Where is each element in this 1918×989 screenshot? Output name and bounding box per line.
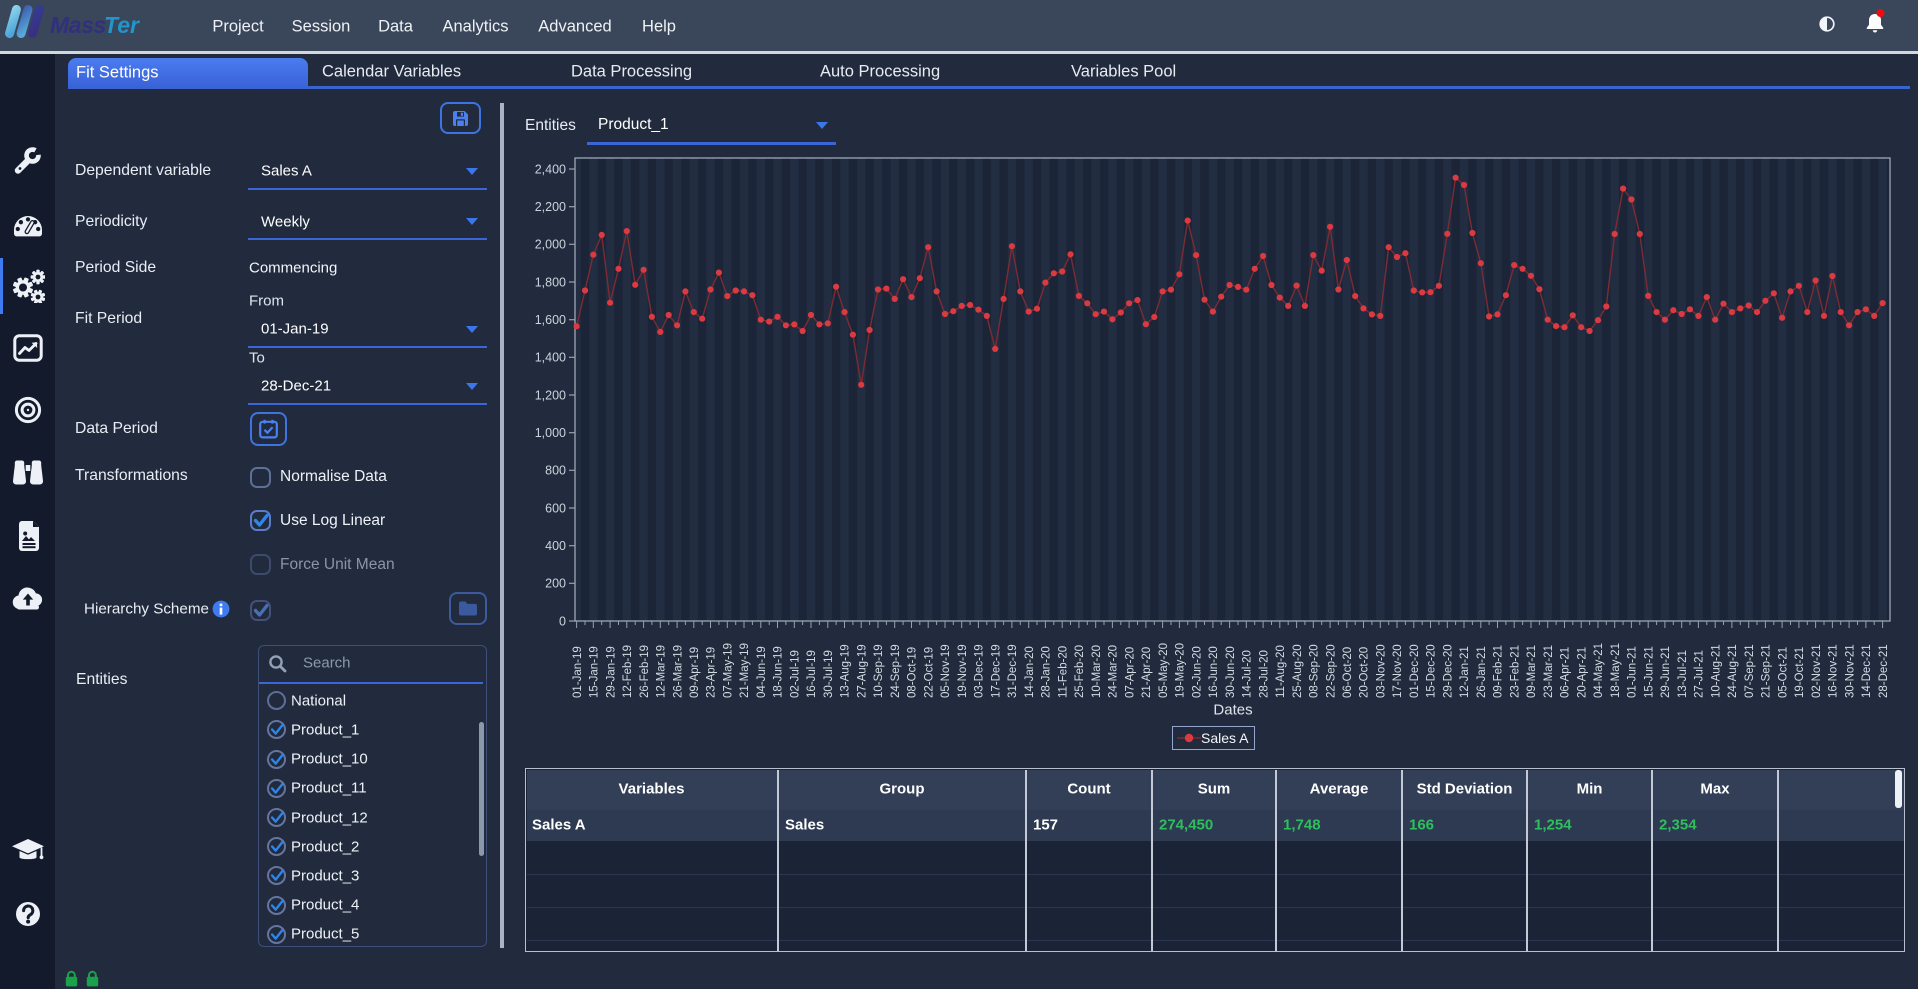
svg-text:19-Nov-19: 19-Nov-19 [957,644,969,698]
svg-text:09-Feb-21: 09-Feb-21 [1493,645,1505,698]
svg-text:26-Feb-19: 26-Feb-19 [639,645,651,698]
svg-text:30-Jul-19: 30-Jul-19 [823,650,835,698]
svg-text:10-Sep-19: 10-Sep-19 [873,644,885,698]
svg-text:15-Dec-20: 15-Dec-20 [1426,644,1438,698]
svg-text:16-Nov-21: 16-Nov-21 [1828,644,1840,698]
svg-text:14-Jul-20: 14-Jul-20 [1242,650,1254,698]
svg-text:14-Jan-20: 14-Jan-20 [1024,646,1036,698]
svg-text:12-Mar-19: 12-Mar-19 [656,645,668,698]
svg-text:15-Jan-19: 15-Jan-19 [589,646,601,698]
svg-text:27-Aug-19: 27-Aug-19 [856,644,868,698]
svg-text:1,400: 1,400 [535,351,566,365]
svg-text:12-Feb-19: 12-Feb-19 [622,645,634,698]
svg-text:2,000: 2,000 [535,238,566,252]
svg-text:07-Sep-21: 07-Sep-21 [1744,644,1756,698]
svg-text:23-Feb-21: 23-Feb-21 [1509,645,1521,698]
svg-text:06-Apr-21: 06-Apr-21 [1560,647,1572,698]
svg-text:26-Jan-21: 26-Jan-21 [1476,646,1488,698]
svg-text:22-Oct-19: 22-Oct-19 [923,647,935,698]
svg-text:29-Jun-21: 29-Jun-21 [1660,646,1672,698]
svg-text:21-May-19: 21-May-19 [739,643,751,698]
svg-text:01-Dec-20: 01-Dec-20 [1409,644,1421,698]
svg-text:21-Apr-20: 21-Apr-20 [1141,647,1153,698]
svg-text:13-Aug-19: 13-Aug-19 [840,644,852,698]
svg-text:600: 600 [545,501,566,515]
svg-text:09-Mar-21: 09-Mar-21 [1526,645,1538,698]
svg-text:11-Aug-20: 11-Aug-20 [1275,645,1287,698]
svg-text:04-Jun-19: 04-Jun-19 [756,646,768,698]
svg-text:01-Jun-21: 01-Jun-21 [1627,646,1639,698]
svg-text:1,600: 1,600 [535,313,566,327]
svg-text:17-Dec-19: 17-Dec-19 [990,644,1002,698]
svg-text:400: 400 [545,539,566,553]
svg-text:2,200: 2,200 [535,200,566,214]
svg-text:24-Aug-21: 24-Aug-21 [1727,644,1739,698]
svg-text:13-Jul-21: 13-Jul-21 [1677,650,1689,698]
svg-text:06-Oct-20: 06-Oct-20 [1342,647,1354,698]
svg-text:11-Feb-20: 11-Feb-20 [1057,646,1069,698]
svg-text:10-Mar-20: 10-Mar-20 [1091,645,1103,698]
svg-text:800: 800 [545,464,566,478]
svg-text:10-Aug-21: 10-Aug-21 [1710,644,1722,698]
svg-text:28-Jan-20: 28-Jan-20 [1041,646,1053,698]
svg-text:23-Mar-21: 23-Mar-21 [1543,645,1555,698]
svg-text:Mass: Mass [50,12,106,38]
svg-text:20-Apr-21: 20-Apr-21 [1576,647,1588,698]
svg-text:17-Nov-20: 17-Nov-20 [1392,644,1404,698]
svg-text:01-Jan-19: 01-Jan-19 [572,646,584,698]
svg-text:15-Jun-21: 15-Jun-21 [1643,646,1655,698]
svg-text:22-Sep-20: 22-Sep-20 [1325,644,1337,698]
svg-text:04-May-21: 04-May-21 [1593,643,1605,698]
svg-text:02-Jul-19: 02-Jul-19 [790,650,802,698]
svg-text:16-Jun-20: 16-Jun-20 [1208,646,1220,698]
svg-text:27-Jul-21: 27-Jul-21 [1694,650,1706,698]
svg-text:28-Jul-20: 28-Jul-20 [1258,650,1270,698]
svg-text:08-Sep-20: 08-Sep-20 [1309,644,1321,698]
svg-text:21-Sep-21: 21-Sep-21 [1761,644,1773,698]
svg-text:16-Jul-19: 16-Jul-19 [806,650,818,698]
svg-text:19-May-20: 19-May-20 [1175,643,1187,698]
svg-text:28-Dec-21: 28-Dec-21 [1878,644,1890,698]
svg-text:1,000: 1,000 [535,426,566,440]
svg-text:1,800: 1,800 [535,275,566,289]
svg-text:02-Nov-21: 02-Nov-21 [1811,644,1823,698]
svg-text:08-Oct-19: 08-Oct-19 [907,647,919,698]
svg-text:24-Mar-20: 24-Mar-20 [1108,645,1120,698]
svg-text:07-Apr-20: 07-Apr-20 [1124,647,1136,698]
svg-text:03-Dec-19: 03-Dec-19 [974,644,986,698]
svg-text:0: 0 [559,614,566,628]
svg-text:25-Feb-20: 25-Feb-20 [1074,645,1086,698]
svg-text:02-Jun-20: 02-Jun-20 [1191,646,1203,698]
svg-text:12-Jan-21: 12-Jan-21 [1459,646,1471,698]
svg-text:30-Jun-20: 30-Jun-20 [1225,646,1237,698]
svg-text:30-Nov-21: 30-Nov-21 [1844,644,1856,698]
svg-text:29-Jan-19: 29-Jan-19 [605,646,617,698]
svg-text:31-Dec-19: 31-Dec-19 [1007,644,1019,698]
svg-text:07-May-19: 07-May-19 [723,643,735,698]
svg-text:09-Apr-19: 09-Apr-19 [689,647,701,698]
svg-text:05-Oct-21: 05-Oct-21 [1777,647,1789,698]
svg-text:200: 200 [545,577,566,591]
svg-text:18-May-21: 18-May-21 [1610,643,1622,698]
svg-text:23-Apr-19: 23-Apr-19 [706,647,718,698]
svg-text:24-Sep-19: 24-Sep-19 [890,644,902,698]
svg-text:26-Mar-19: 26-Mar-19 [672,645,684,698]
svg-text:20-Oct-20: 20-Oct-20 [1359,647,1371,698]
svg-text:1,200: 1,200 [535,388,566,402]
svg-text:05-May-20: 05-May-20 [1158,643,1170,698]
svg-text:03-Nov-20: 03-Nov-20 [1376,644,1388,698]
svg-text:14-Dec-21: 14-Dec-21 [1861,644,1873,698]
svg-text:25-Aug-20: 25-Aug-20 [1292,644,1304,698]
svg-text:18-Jun-19: 18-Jun-19 [773,646,785,698]
svg-text:Ter: Ter [104,12,140,38]
svg-text:19-Oct-21: 19-Oct-21 [1794,647,1806,698]
svg-text:2,400: 2,400 [535,162,566,176]
svg-text:29-Dec-20: 29-Dec-20 [1443,644,1455,698]
svg-text:05-Nov-19: 05-Nov-19 [940,644,952,698]
